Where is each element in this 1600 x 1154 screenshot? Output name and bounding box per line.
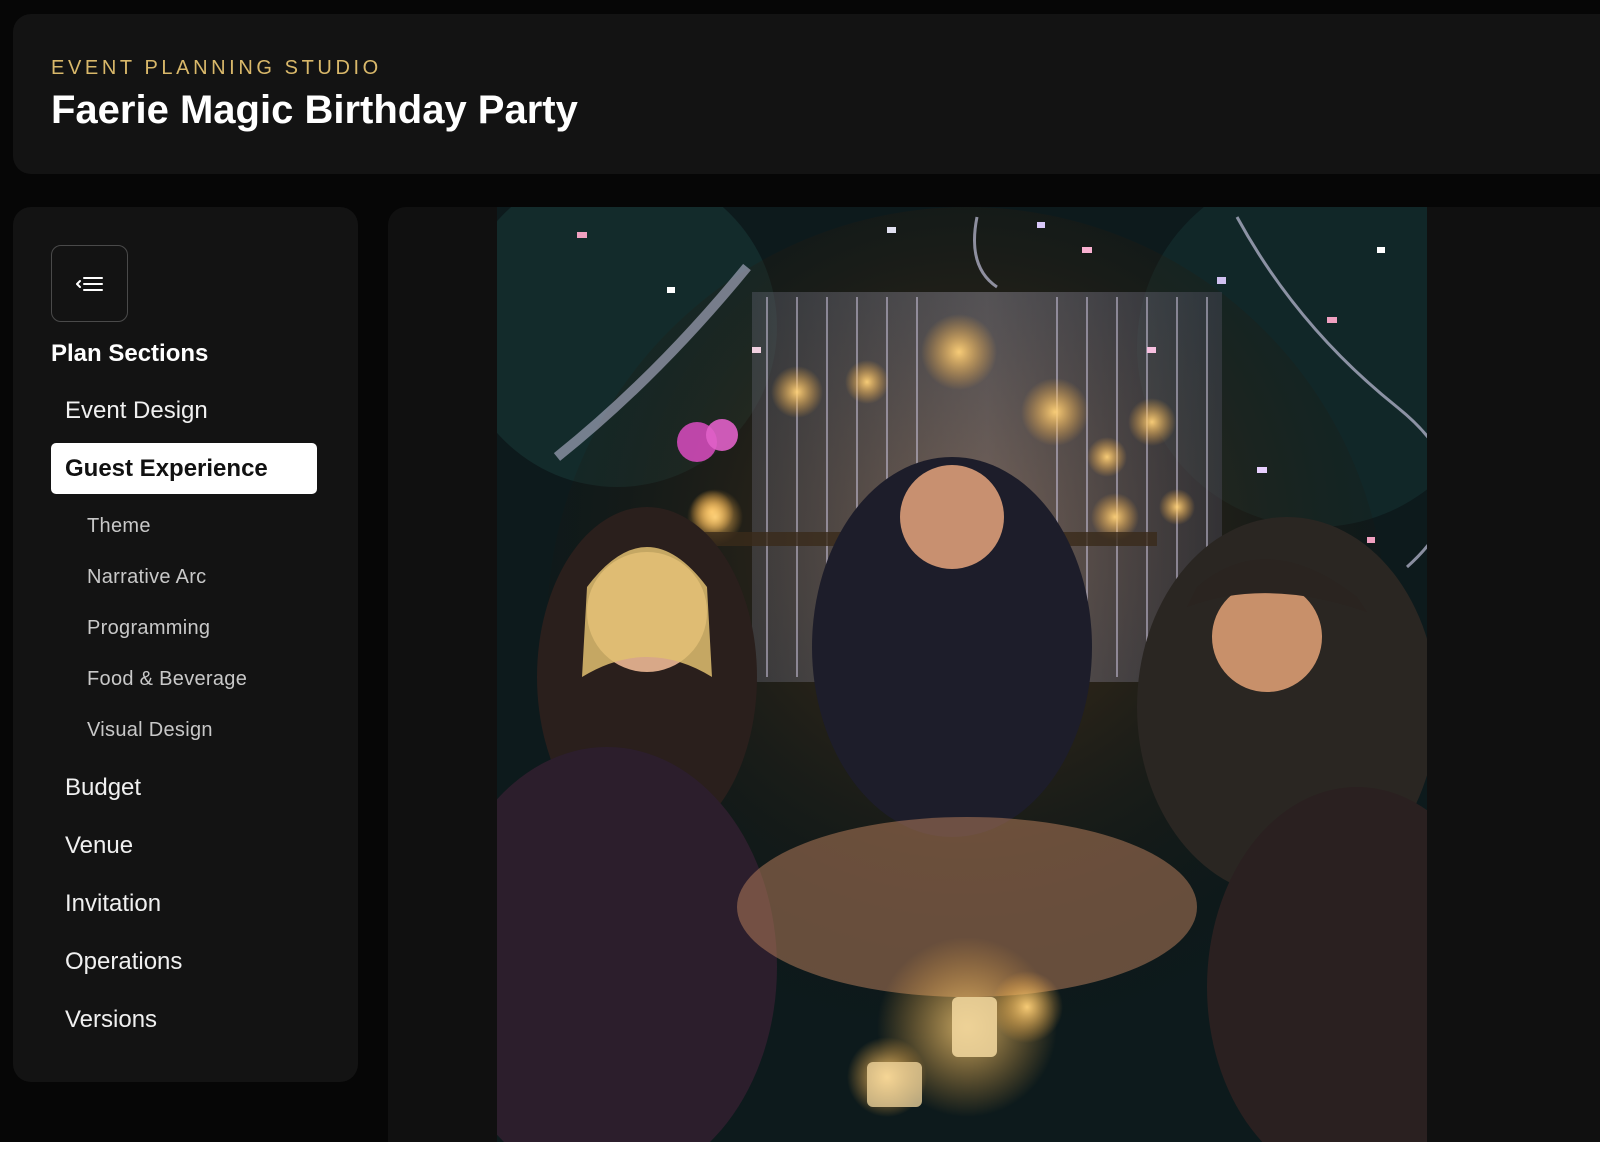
collapse-menu-icon: [75, 276, 103, 291]
studio-eyebrow: EVENT PLANNING STUDIO: [51, 57, 382, 79]
sidebar-subitem-visual-design[interactable]: Visual Design: [51, 705, 321, 756]
sidebar-item-budget[interactable]: Budget: [51, 762, 321, 813]
bottom-edge: [0, 1142, 1600, 1154]
sidebar-subitem-programming[interactable]: Programming: [51, 603, 321, 654]
sidebar-toggle-button[interactable]: [51, 245, 128, 322]
sidebar: Plan Sections Event Design Guest Experie…: [13, 207, 358, 1082]
sidebar-item-guest-experience[interactable]: Guest Experience: [51, 443, 317, 494]
page-title: Faerie Magic Birthday Party: [51, 88, 578, 132]
sidebar-subitem-theme[interactable]: Theme: [51, 501, 321, 552]
sidebar-item-operations[interactable]: Operations: [51, 936, 321, 987]
sidebar-item-venue[interactable]: Venue: [51, 820, 321, 871]
plan-sections-nav: Event Design Guest Experience Theme Narr…: [51, 385, 321, 1052]
event-photo: [497, 207, 1427, 1142]
main-content: [388, 207, 1600, 1154]
sidebar-item-event-design[interactable]: Event Design: [51, 385, 321, 436]
sidebar-item-invitation[interactable]: Invitation: [51, 878, 321, 929]
sidebar-subitem-food-beverage[interactable]: Food & Beverage: [51, 654, 321, 705]
sidebar-item-versions[interactable]: Versions: [51, 994, 321, 1045]
guest-experience-subsections: Theme Narrative Arc Programming Food & B…: [51, 501, 321, 756]
plan-sections-heading: Plan Sections: [51, 340, 209, 367]
page-header: EVENT PLANNING STUDIO Faerie Magic Birth…: [13, 14, 1600, 174]
sidebar-subitem-narrative-arc[interactable]: Narrative Arc: [51, 552, 321, 603]
